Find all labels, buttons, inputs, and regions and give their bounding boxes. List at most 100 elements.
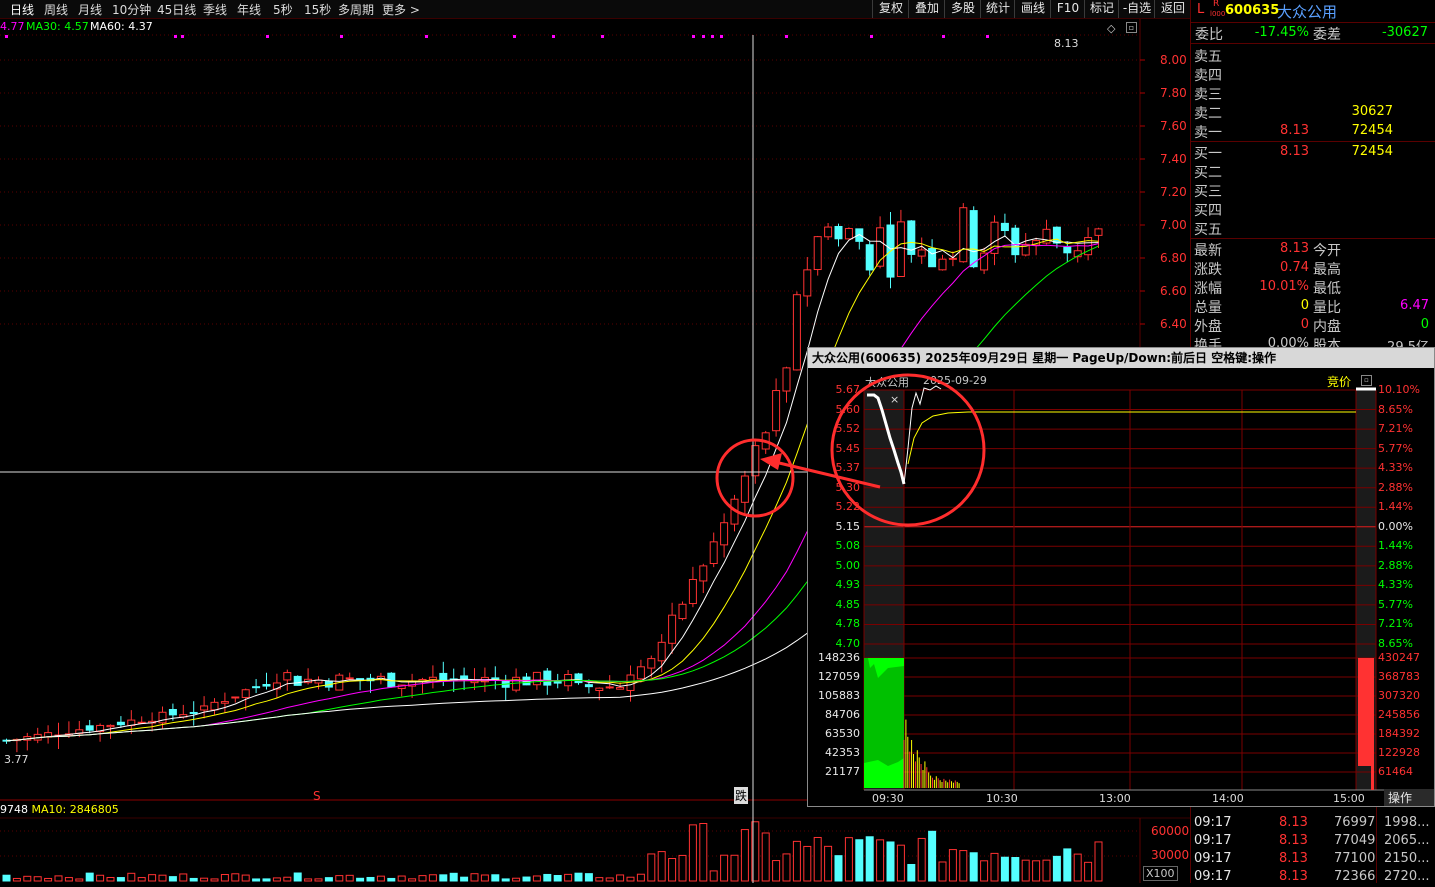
quote-label-2: 最低 (1313, 281, 1341, 297)
volume-bar (366, 876, 375, 882)
volume-bar (1063, 848, 1072, 882)
quote-value-2: 0 (1420, 317, 1429, 332)
close-auction-volume-2 (1371, 766, 1374, 790)
tick-row: 09:17 8.13 72366 2720... (1191, 869, 1435, 887)
signal-marker (942, 35, 945, 38)
period-45day[interactable]: 45日线 (157, 1, 196, 18)
diamond-icon[interactable]: ◇ (1107, 22, 1115, 35)
action-button[interactable]: 操作 (1384, 789, 1434, 806)
f10-button[interactable]: F10 (1050, 0, 1085, 18)
candle-body (116, 721, 125, 726)
popup-header[interactable]: 大众公用(600635) 2025年09月29日 星期一 PageUp/Down… (808, 348, 1434, 368)
window-toggle-icon[interactable]: ▫ (1126, 22, 1137, 33)
signal-marker (340, 35, 343, 38)
overlay-button[interactable]: 叠加 (908, 0, 945, 18)
quote-label: 涨跌 (1194, 262, 1222, 278)
tick-time: 09:17 (1194, 815, 1232, 830)
candle-body (761, 432, 770, 450)
candle-body (865, 244, 874, 271)
fuquan-button[interactable]: 复权 (872, 0, 909, 18)
volume-bar (740, 829, 749, 882)
tick-row: 09:17 8.13 77049 2065... (1191, 833, 1435, 851)
buy-level-3: 买三 (1191, 181, 1435, 200)
period-week[interactable]: 周线 (44, 1, 68, 18)
popup-pct-label: 8.65% (1378, 402, 1413, 416)
quote-value: 10.01% (1259, 279, 1309, 294)
signal-marker (785, 35, 788, 38)
price-axis-label: 6.60 (1160, 284, 1187, 298)
volume-bar (605, 877, 614, 882)
book-separator (1191, 141, 1435, 142)
quote-label: 总量 (1194, 300, 1222, 316)
candle-body (584, 684, 593, 688)
tick-volume: 77049 (1334, 833, 1376, 848)
sell-level-3-label: 卖三 (1194, 87, 1222, 103)
volume-bar (85, 872, 94, 882)
popup-vol-label-right: 368783 (1378, 670, 1420, 683)
candle-body (553, 681, 562, 684)
volume-bar (720, 854, 729, 882)
candle-body (1094, 228, 1103, 236)
volume-bar (813, 836, 822, 882)
tick-row: 09:17 8.13 76997 1998... (1191, 815, 1435, 833)
volume-bar (1084, 861, 1093, 882)
volume-bar (1094, 841, 1103, 882)
mark-button[interactable]: 标记 (1084, 0, 1119, 18)
tick-price: 8.13 (1279, 869, 1308, 884)
volume-bar (990, 852, 999, 882)
volume-bar (553, 875, 562, 882)
volume-bar (688, 824, 697, 882)
draw-button[interactable]: 画线 (1014, 0, 1051, 18)
period-multi[interactable]: 多周期 (338, 1, 374, 18)
volume-bar (803, 845, 812, 882)
period-day[interactable]: 日线 (10, 1, 34, 18)
intraday-popup[interactable]: 大众公用(600635) 2025年09月29日 星期一 PageUp/Down… (807, 347, 1435, 807)
back-button[interactable]: 返回 (1154, 0, 1191, 18)
popup-vol-label: 148236 (818, 651, 860, 664)
stats-button[interactable]: 统计 (980, 0, 1015, 18)
volume-bar (616, 874, 625, 882)
stock-header[interactable]: L R l000 600635 大众公用 (1191, 0, 1435, 23)
quote-row: 最新 8.13 今开 (1191, 240, 1435, 259)
close-icon[interactable]: × (890, 393, 899, 406)
volume-bar (356, 877, 365, 882)
volume-bar (1042, 859, 1051, 882)
popup-pct-label-down: 7.21% (1378, 617, 1413, 631)
volume-bar (896, 844, 905, 882)
volume-bar (501, 878, 510, 882)
remove-watchlist-button[interactable]: -自选 (1118, 0, 1155, 18)
book-separator-2 (1191, 238, 1435, 239)
signal-marker (711, 35, 714, 38)
candle-body (948, 257, 957, 260)
multi-stock-button[interactable]: 多股 (944, 0, 981, 18)
panel-toggle-icon[interactable]: ▫ (1361, 375, 1372, 386)
period-5sec[interactable]: 5秒 (273, 1, 293, 18)
volume-bar (1021, 859, 1030, 882)
period-15sec[interactable]: 15秒 (304, 1, 331, 18)
tick-time: 09:17 (1194, 833, 1232, 848)
signal-marker (720, 35, 723, 38)
volume-bar (460, 876, 469, 882)
period-more[interactable]: 更多 > (382, 1, 420, 18)
ma20-value: 4.77 (0, 20, 25, 33)
period-year[interactable]: 年线 (237, 1, 261, 18)
quote-label: 最新 (1194, 243, 1222, 259)
candle-body (824, 226, 833, 238)
popup-vol-label-right: 307320 (1378, 689, 1420, 702)
candle-body (636, 666, 645, 680)
popup-price-label: 4.70 (835, 637, 861, 650)
period-month[interactable]: 月线 (78, 1, 102, 18)
popup-title: 大众公用 (865, 376, 909, 389)
stock-tag-r: R (1213, 0, 1220, 9)
vol-unit: X100 (1143, 866, 1178, 881)
ma60-value: MA60: 4.37 (90, 20, 153, 33)
popup-price-label: 5.37 (835, 461, 861, 475)
volume-bar (730, 854, 739, 882)
volume-bar (148, 874, 157, 882)
volume-bar (304, 878, 313, 882)
volume-bar (1000, 856, 1009, 882)
weicha-label: 委差 (1313, 27, 1341, 43)
period-10min[interactable]: 10分钟 (112, 1, 151, 18)
period-quarter[interactable]: 季线 (203, 1, 227, 18)
candle-body (605, 686, 614, 689)
